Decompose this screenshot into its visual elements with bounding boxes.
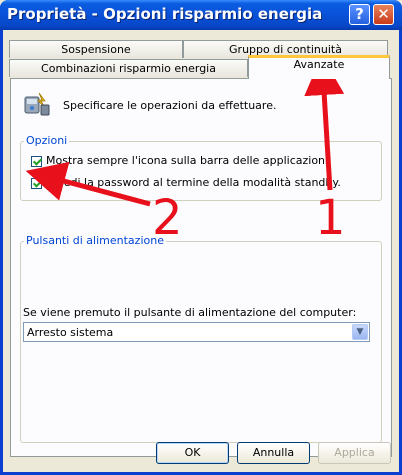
window-frame: Proprietà - Opzioni risparmio energia ? … <box>0 0 402 475</box>
annotation-number-1: 1 <box>315 190 346 246</box>
annotation-number-2: 2 <box>152 190 183 246</box>
arrow-to-avanzate-tab <box>304 55 345 191</box>
tab-avanzate[interactable]: Avanzate <box>248 55 390 79</box>
arrow-to-checkbox <box>25 161 151 207</box>
